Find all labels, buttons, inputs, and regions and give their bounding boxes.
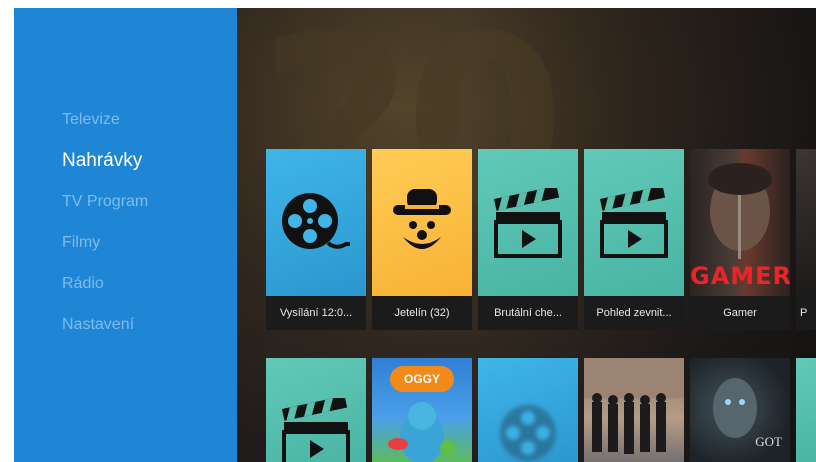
menu-item-nastaveni[interactable]: Nastavení <box>62 313 148 354</box>
card-poster <box>478 358 578 462</box>
recording-card[interactable]: Brutální che... <box>478 149 578 330</box>
recording-card[interactable] <box>478 358 578 462</box>
card-poster <box>584 358 684 462</box>
sidebar-menu: Televize Nahrávky TV Program Filmy Rádio… <box>62 108 148 354</box>
card-poster: GAMER <box>690 149 790 296</box>
menu-item-nahravky[interactable]: Nahrávky <box>62 149 148 190</box>
recording-card[interactable] <box>796 358 816 462</box>
recording-card[interactable]: OGGY <box>372 358 472 462</box>
group-photo-image <box>584 358 684 454</box>
card-poster <box>372 149 472 296</box>
card-poster: GOT <box>690 358 790 462</box>
recording-card[interactable]: P <box>796 149 816 330</box>
recording-card[interactable]: Jetelín (32) <box>372 149 472 330</box>
menu-item-televize[interactable]: Televize <box>62 108 148 149</box>
recording-card[interactable]: GAMER Gamer <box>690 149 790 330</box>
card-poster <box>266 358 366 462</box>
card-caption: Gamer <box>690 296 790 330</box>
card-caption: Brutální che... <box>478 296 578 330</box>
clapperboard-icon <box>282 398 350 462</box>
card-caption: P <box>796 296 816 330</box>
poster-title: GAMER <box>690 262 790 290</box>
recording-card[interactable]: Vysílání 12:0... <box>266 149 366 330</box>
card-poster <box>266 149 366 296</box>
card-poster <box>796 149 816 296</box>
recording-card[interactable] <box>584 358 684 462</box>
poster-logo: OGGY <box>390 366 454 392</box>
card-caption: Pohled zevnit... <box>584 296 684 330</box>
clown-icon <box>393 188 451 249</box>
card-caption: Jetelín (32) <box>372 296 472 330</box>
film-reel-icon <box>500 405 556 461</box>
menu-item-radio[interactable]: Rádio <box>62 272 148 313</box>
clapperboard-icon <box>494 187 562 258</box>
card-poster <box>478 149 578 296</box>
clapperboard-icon <box>600 187 668 258</box>
menu-item-tv-program[interactable]: TV Program <box>62 190 148 231</box>
film-reel-icon <box>282 192 350 249</box>
card-poster <box>796 358 816 462</box>
poster-title: GOT <box>755 434 782 449</box>
sidebar: Televize Nahrávky TV Program Filmy Rádio… <box>14 8 237 462</box>
card-poster: OGGY <box>372 358 472 462</box>
card-poster <box>584 149 684 296</box>
recording-card[interactable]: GOT <box>690 358 790 462</box>
card-caption: Vysílání 12:0... <box>266 296 366 330</box>
recording-card[interactable] <box>266 358 366 462</box>
recording-card[interactable]: Pohled zevnit... <box>584 149 684 330</box>
menu-item-filmy[interactable]: Filmy <box>62 231 148 272</box>
tv-screen: 20 Televize Nahrávky TV Program Filmy Rá… <box>14 8 816 462</box>
